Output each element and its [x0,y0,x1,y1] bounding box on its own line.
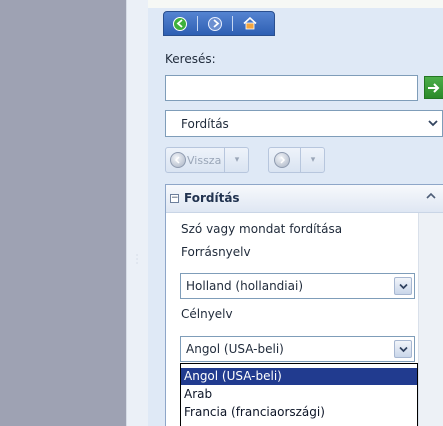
forward-dropdown-button[interactable]: ▾ [300,147,325,173]
splitter-grip-icon[interactable]: · · · [134,252,140,268]
nav-bar [163,11,275,36]
go-arrow-icon [428,82,440,93]
target-option[interactable]: Francia (franciaországi) [181,404,417,421]
panel-scrollbar[interactable] [418,213,443,426]
search-input[interactable] [165,75,418,101]
search-label: Keresés: [165,52,216,66]
source-dropdown-button[interactable] [394,277,412,295]
back-dropdown-button[interactable]: ▾ [224,147,249,173]
target-option[interactable]: Arab [181,386,417,403]
chevron-down-icon [398,346,408,352]
chevron-down-icon[interactable] [427,118,441,130]
forward-circle-icon [274,152,290,168]
nav-back-button[interactable] [169,15,191,33]
back-circle-icon [170,152,186,168]
source-language-label: Forrásnyelv [181,245,251,259]
left-gray-region [0,0,126,426]
pane-top-strip [148,0,443,8]
nav-home-button[interactable] [239,15,261,33]
target-language-value: Angol (USA-beli) [186,342,284,356]
home-icon [243,17,257,30]
panel-title: Fordítás [184,191,240,205]
target-dropdown-button[interactable] [394,340,412,358]
target-language-label: Célnyelv [181,307,233,321]
search-go-button[interactable] [424,76,443,99]
nav-forward-button[interactable] [204,15,226,33]
source-language-value: Holland (hollandiai) [186,279,303,293]
target-option[interactable]: Angol (USA-beli) [181,368,417,385]
scroll-up-icon[interactable] [426,190,436,203]
nav-separator [232,16,233,31]
chevron-down-icon [398,283,408,289]
pane-splitter[interactable] [126,0,148,426]
collapse-icon[interactable]: − [170,194,179,203]
target-language-options: Angol (USA-beli) Arab Francia (franciaor… [180,363,418,426]
translate-description: Szó vagy mondat fordítása [181,222,343,236]
nav-separator [197,16,198,31]
back-button-label: Vissza [187,153,222,167]
forward-icon [208,16,222,31]
back-green-icon [173,16,187,31]
service-select-value: Fordítás [181,117,229,131]
